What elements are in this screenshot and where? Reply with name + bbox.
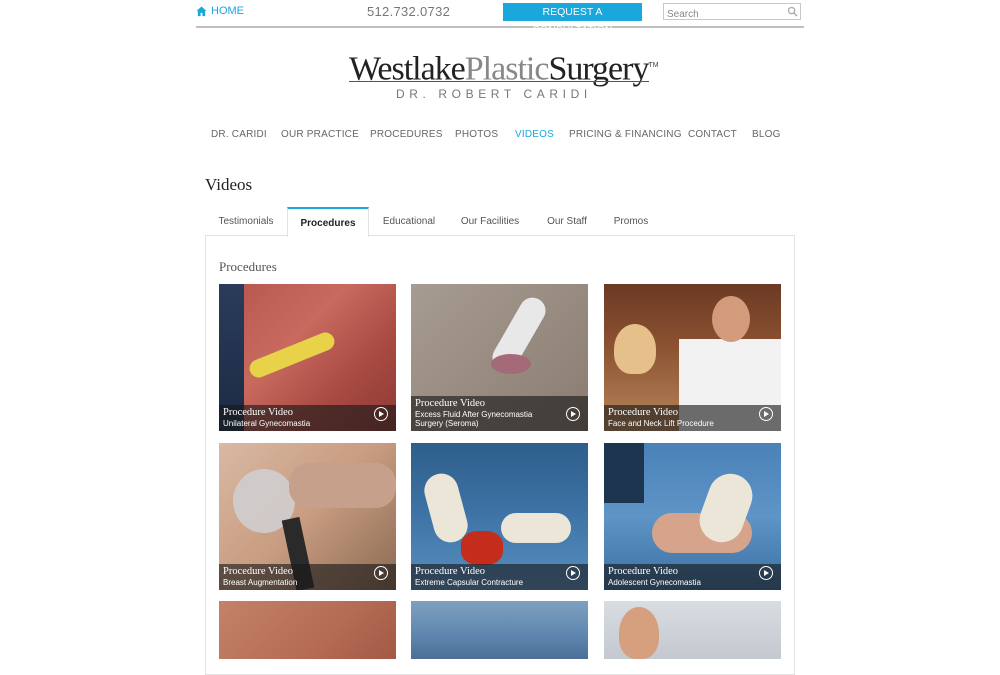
tab-our-staff[interactable]: Our Staff <box>531 207 603 236</box>
video-thumbnail[interactable]: Procedure Video Adolescent Gynecomastia <box>604 443 781 590</box>
video-caption: Procedure Video Face and Neck Lift Proce… <box>604 405 781 431</box>
video-thumbnail[interactable]: Procedure Video Unilateral Gynecomastia <box>219 284 396 431</box>
logo-rule <box>349 81 649 82</box>
video-thumbnail[interactable]: Procedure Video Face and Neck Lift Proce… <box>604 284 781 431</box>
thumbnail-shape <box>604 443 644 503</box>
phone-number[interactable]: 512.732.0732 <box>367 4 450 19</box>
search-input[interactable] <box>664 7 785 22</box>
thumbnail-shape <box>712 296 750 342</box>
request-consultation-button[interactable]: REQUEST A CONSULTATION <box>503 3 642 36</box>
top-bar: HOME 512.732.0732 REQUEST A CONSULTATION <box>196 0 804 36</box>
play-icon[interactable] <box>759 407 773 421</box>
thumbnail-shape <box>289 463 396 508</box>
video-type-label: Procedure Video <box>608 566 679 577</box>
video-caption: Procedure Video Excess Fluid After Gynec… <box>411 396 588 431</box>
thumbnail-shape <box>501 513 571 543</box>
video-thumbnail[interactable]: Procedure Video Excess Fluid After Gynec… <box>411 284 588 431</box>
nav-item-blog[interactable]: BLOG <box>752 129 781 140</box>
video-thumbnail[interactable] <box>604 601 781 659</box>
tab-our-facilities[interactable]: Our Facilities <box>449 207 531 236</box>
nav-item-photos[interactable]: PHOTOS <box>455 129 498 140</box>
nav-item-procedures[interactable]: PROCEDURES <box>370 129 443 140</box>
video-thumbnail[interactable]: Procedure Video Breast Augmentation <box>219 443 396 590</box>
panel-title: Procedures <box>219 259 277 274</box>
play-icon[interactable] <box>374 407 388 421</box>
search-icon[interactable] <box>787 6 798 17</box>
nav-item-pricing-financing[interactable]: PRICING & FINANCING <box>569 129 682 140</box>
home-icon <box>196 5 207 16</box>
video-title: Unilateral Gynecomastia <box>223 419 311 428</box>
play-icon[interactable] <box>759 566 773 580</box>
search-box <box>663 3 801 22</box>
nav-item-contact[interactable]: CONTACT <box>688 129 737 140</box>
video-title: Excess Fluid After Gynecomastia Surgery … <box>415 410 533 428</box>
thumbnail-shape <box>619 607 659 659</box>
thumbnail-shape <box>461 531 503 565</box>
nav-item-dr-caridi[interactable]: DR. CARIDI <box>211 129 267 140</box>
video-type-label: Procedure Video <box>223 566 294 577</box>
tab-promos[interactable]: Promos <box>603 207 659 236</box>
video-type-label: Procedure Video <box>223 407 294 418</box>
video-tabs: Testimonials Procedures Educational Our … <box>205 207 795 237</box>
video-type-label: Procedure Video <box>608 407 679 418</box>
tab-educational[interactable]: Educational <box>369 207 449 236</box>
video-thumbnail[interactable] <box>411 601 588 659</box>
video-type-label: Procedure Video <box>415 398 486 409</box>
logo-subtitle: DR. ROBERT CARIDI <box>396 87 592 101</box>
home-label: HOME <box>211 5 244 17</box>
video-thumbnail[interactable] <box>219 601 396 659</box>
video-caption: Procedure Video Breast Augmentation <box>219 564 396 590</box>
home-link[interactable]: HOME <box>196 5 244 17</box>
nav-item-our-practice[interactable]: OUR PRACTICE <box>281 129 359 140</box>
tab-procedures[interactable]: Procedures <box>287 207 369 237</box>
logo-trademark: TM <box>648 62 659 69</box>
video-title: Extreme Capsular Contracture <box>415 578 524 587</box>
play-icon[interactable] <box>566 566 580 580</box>
video-title: Adolescent Gynecomastia <box>608 578 701 587</box>
video-thumbnail[interactable]: Procedure Video Extreme Capsular Contrac… <box>411 443 588 590</box>
nav-item-videos[interactable]: VIDEOS <box>515 129 554 140</box>
video-caption: Procedure Video Unilateral Gynecomastia <box>219 405 396 431</box>
play-icon[interactable] <box>374 566 388 580</box>
page-title: Videos <box>205 175 253 194</box>
video-title: Face and Neck Lift Procedure <box>608 419 714 428</box>
play-icon[interactable] <box>566 407 580 421</box>
thumbnail-shape <box>420 469 472 547</box>
tab-testimonials[interactable]: Testimonials <box>205 207 287 236</box>
video-caption: Procedure Video Adolescent Gynecomastia <box>604 564 781 590</box>
site-logo[interactable]: WestlakePlasticSurgeryTM DR. ROBERT CARI… <box>349 48 659 108</box>
video-type-label: Procedure Video <box>415 566 486 577</box>
thumbnail-shape <box>491 354 531 374</box>
thumbnail-shape <box>614 324 656 374</box>
video-title: Breast Augmentation <box>223 578 298 587</box>
video-caption: Procedure Video Extreme Capsular Contrac… <box>411 564 588 590</box>
thumbnail-shape <box>246 329 338 381</box>
